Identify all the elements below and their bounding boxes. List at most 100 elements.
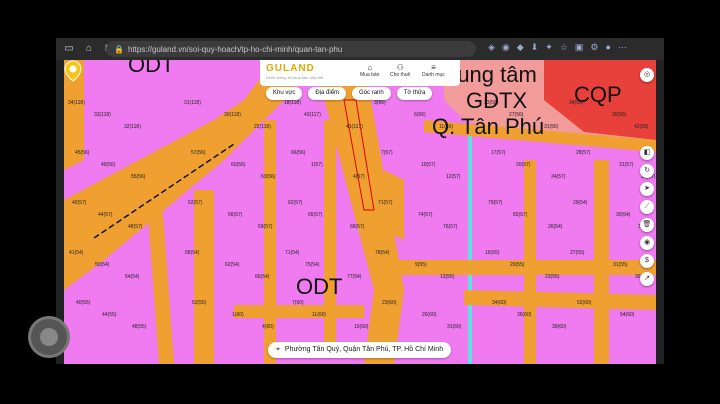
map-canvas[interactable]: 34(118) 33(118) 32(118) 31(118) 30(118) 22(11… xyxy=(64,60,656,364)
more-icon[interactable]: ⋯ xyxy=(618,42,627,53)
lot-number: 30(118) xyxy=(224,112,241,118)
lot-number: 82(57) xyxy=(513,212,528,218)
label-center-3: Q. Tân Phú xyxy=(432,114,545,139)
lot-number: 20(57) xyxy=(516,162,531,168)
lot-number: 79(57) xyxy=(488,200,503,206)
profile-icon[interactable]: ● xyxy=(605,42,610,53)
lot-number: 9(55) xyxy=(415,262,427,268)
extensions: ◈ ◉ ◆ ⬇ ✦ ☆ ▣ ⚙ ● ⋯ xyxy=(488,42,627,53)
assistive-touch-button[interactable] xyxy=(28,316,70,358)
lot-number: 39(56) xyxy=(612,112,627,118)
home-icon[interactable]: ⌂ xyxy=(82,42,96,56)
lot-number: 17(57) xyxy=(491,150,506,156)
lot-number: 66(56) xyxy=(291,150,306,156)
lot-number: 7(57) xyxy=(381,150,393,156)
screen: ▭ ⌂ ⊟ 🔒 https://guland.vn/soi-quy-hoach/… xyxy=(0,0,720,404)
lot-number: 16(55) xyxy=(485,250,500,256)
chip-corner[interactable]: Góc ranh xyxy=(352,87,391,100)
lot-number: 71(57) xyxy=(378,200,393,206)
people-icon: ⚇ xyxy=(396,63,404,72)
lot-number: 40(57) xyxy=(72,200,87,206)
target-icon[interactable]: ◎ xyxy=(640,68,654,82)
lot-number: 56(57) xyxy=(228,212,243,218)
lot-number: 45(56) xyxy=(75,150,90,156)
lot-number: 10(57) xyxy=(421,162,436,168)
shield-icon[interactable]: ◈ xyxy=(488,42,495,53)
guland-header: GULAND Kênh thông tin mua bán nhà đất ⌂ … xyxy=(260,60,460,86)
lot-number: 54(54) xyxy=(125,274,140,280)
tab-list-icon[interactable]: ▭ xyxy=(62,42,76,56)
lot-number: 43(117) xyxy=(304,112,321,118)
map-pin-icon[interactable] xyxy=(64,60,82,82)
lot-number: 31(118) xyxy=(184,100,201,106)
label-cqp: CQP xyxy=(574,82,622,107)
map-tools: ◎ ◧ ↻ ➤ ⟋ 🗑 ◉ $ ↗ xyxy=(640,68,654,286)
collections-icon[interactable]: ▣ xyxy=(575,42,584,53)
label-center-2: GDTX xyxy=(466,88,528,113)
label-odt-bottom: ODT xyxy=(296,274,343,299)
extension-icon[interactable]: ◆ xyxy=(517,42,524,53)
map-graphics xyxy=(64,60,656,364)
chip-area[interactable]: Khu vực xyxy=(266,87,303,100)
audio-icon[interactable]: ◉ xyxy=(502,42,510,53)
share-icon[interactable]: ↗ xyxy=(640,272,654,286)
address-bar[interactable]: 🔒 https://guland.vn/soi-quy-hoach/tp-ho-… xyxy=(106,41,476,57)
lot-number: 76(57) xyxy=(443,224,458,230)
refresh-icon[interactable]: ↻ xyxy=(640,164,654,178)
favorites-icon[interactable]: ☆ xyxy=(560,42,568,53)
lot-number: 20(55) xyxy=(510,262,525,268)
layers-icon[interactable]: ◧ xyxy=(640,146,654,160)
lot-number: 57(56) xyxy=(191,150,206,156)
puzzle-icon[interactable]: ✦ xyxy=(545,42,553,53)
lot-number: 36(60) xyxy=(517,312,532,318)
lot-number: 62(57) xyxy=(288,200,303,206)
road-vertical-5 xyxy=(524,160,536,364)
lot-number: 44(57) xyxy=(98,212,113,218)
browser-toolbar: ▭ ⌂ ⊟ 🔒 https://guland.vn/soi-quy-hoach/… xyxy=(56,38,664,60)
label-center-1: rung tâm xyxy=(450,62,537,87)
location-pin-icon: ⌖ xyxy=(276,346,280,353)
lot-number: 1(57) xyxy=(311,162,323,168)
coin-icon[interactable]: ◉ xyxy=(640,236,654,250)
lot-number: 39(60) xyxy=(552,324,567,330)
settings-icon[interactable]: ⚙ xyxy=(590,42,598,53)
lot-number: 54(60) xyxy=(620,312,635,318)
nav-category[interactable]: ≡ Danh mục xyxy=(422,63,445,78)
lot-number: 52(60) xyxy=(577,300,592,306)
address-pill[interactable]: ⌖ Phường Tân Quý, Quận Tân Phú, TP. Hồ C… xyxy=(268,342,452,358)
lot-number: 31(56) xyxy=(544,124,559,130)
lot-number: 55(56) xyxy=(131,174,146,180)
guland-logo[interactable]: GULAND xyxy=(266,63,315,74)
lot-number: 34(60) xyxy=(492,300,507,306)
lot-number: 13(55) xyxy=(440,274,455,280)
lot-number: 68(57) xyxy=(350,224,365,230)
road-vertical-4 xyxy=(594,160,609,364)
lot-number: 11(60) xyxy=(312,312,327,318)
lot-number: 44(55) xyxy=(102,312,117,318)
nav-buy-sell[interactable]: ⌂ Mua bán xyxy=(360,63,379,78)
lot-number: 66(54) xyxy=(255,274,270,280)
lot-number: 23(60) xyxy=(382,300,397,306)
lot-number: 58(54) xyxy=(185,250,200,256)
ruler-icon[interactable]: ⟋ xyxy=(640,200,654,214)
lot-number: 62(54) xyxy=(225,262,240,268)
nav-rent[interactable]: ⚇ Cho thuê xyxy=(390,63,410,78)
lot-number: 31(55) xyxy=(613,262,628,268)
lot-number: 48(57) xyxy=(128,224,143,230)
lot-number: 33(118) xyxy=(94,112,111,118)
chip-location[interactable]: Địa điểm xyxy=(308,87,347,100)
lot-number: 63(56) xyxy=(261,174,276,180)
lot-number: 50(54) xyxy=(95,262,110,268)
lot-number: 41(54) xyxy=(69,250,84,256)
lot-number: 4(60) xyxy=(262,324,274,330)
download-icon[interactable]: ⬇ xyxy=(531,42,539,53)
lot-number: 4(57) xyxy=(353,174,365,180)
dollar-icon[interactable]: $ xyxy=(640,254,654,268)
navigate-icon[interactable]: ➤ xyxy=(640,182,654,196)
lot-number: 65(57) xyxy=(308,212,323,218)
chip-parcel[interactable]: Tờ thửa xyxy=(396,87,433,100)
trash-icon[interactable]: 🗑 xyxy=(640,218,654,232)
lot-number: 6(56) xyxy=(414,112,426,118)
lot-number: 22(118) xyxy=(254,124,271,130)
lot-number: 15(60) xyxy=(354,324,369,330)
